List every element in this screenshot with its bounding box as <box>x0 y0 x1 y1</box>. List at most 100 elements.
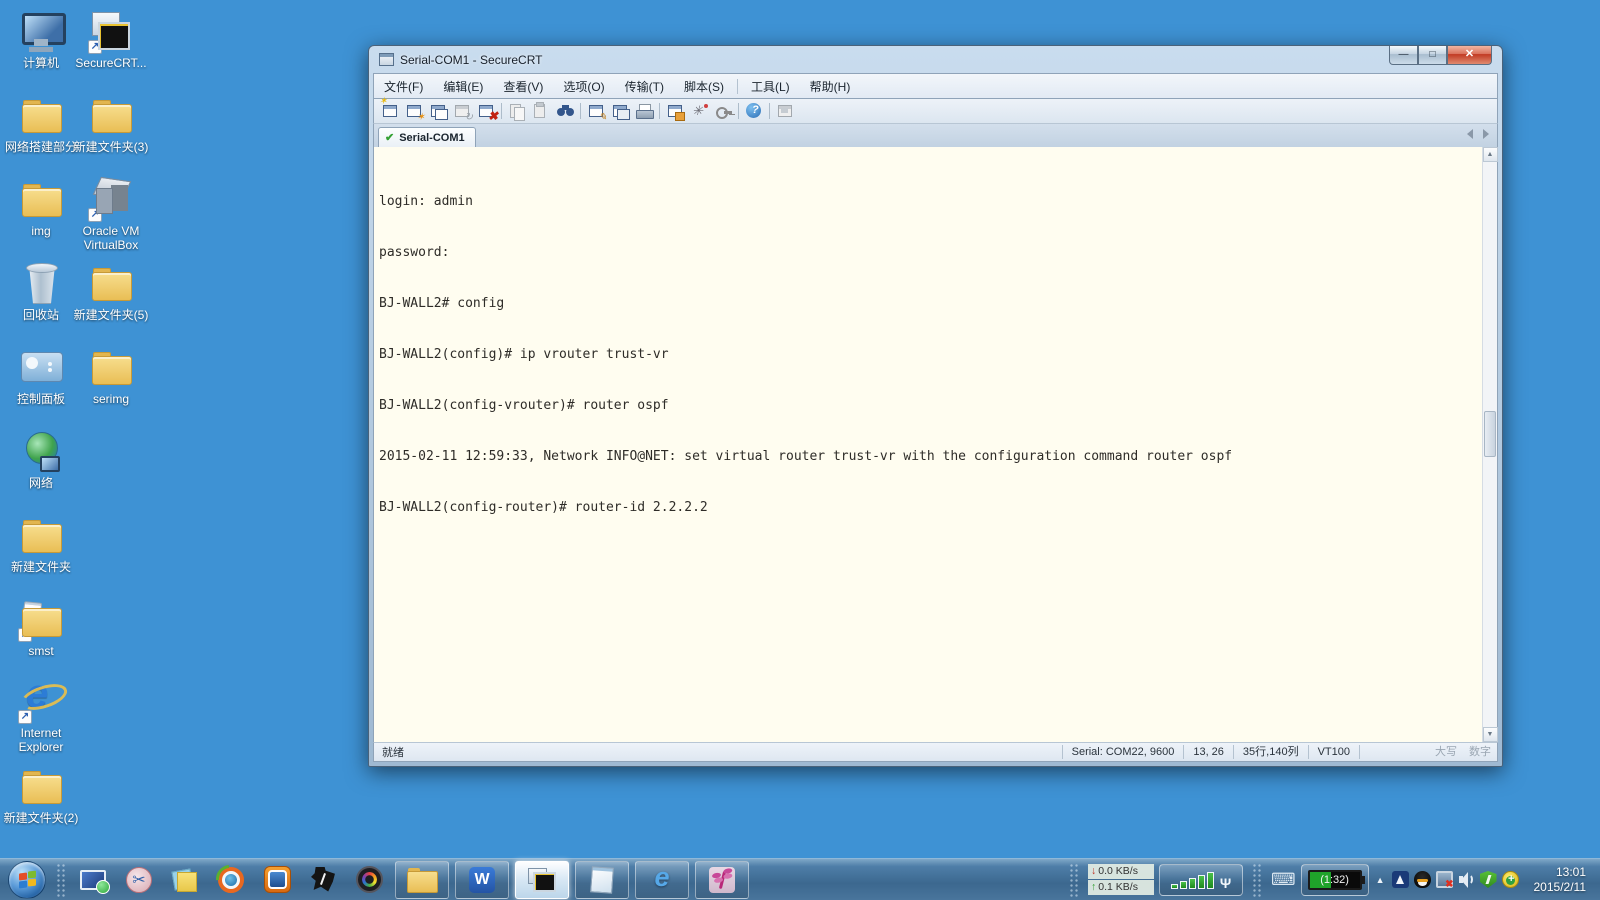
tab-scroll-right-icon[interactable] <box>1483 129 1489 139</box>
session-options-button[interactable] <box>663 100 687 122</box>
reconnect-button[interactable] <box>450 100 474 123</box>
desktop-icon-securecrt[interactable]: SecureCRT... <box>70 8 152 70</box>
keymap-editor-button[interactable] <box>687 100 711 122</box>
desktop-icon-label: 计算机 <box>22 56 59 70</box>
pinned-circuit-tool[interactable] <box>300 860 346 900</box>
desktop-icon-internet-explorer[interactable]: Internet Explorer <box>0 672 82 754</box>
signal-strength-widget[interactable]: Ψ <box>1159 863 1244 896</box>
show-hidden-icons-button[interactable]: ▲ <box>1374 875 1387 885</box>
menu-edit[interactable]: 编辑(E) <box>433 74 493 99</box>
vertical-scrollbar[interactable]: ▲ ▼ <box>1482 147 1498 742</box>
paste-button[interactable] <box>529 100 553 122</box>
taskbar-clock[interactable]: 13:01 2015/2/11 <box>1524 865 1593 895</box>
scroll-up-icon[interactable]: ▲ <box>1482 147 1498 162</box>
start-button[interactable] <box>8 860 46 899</box>
pinned-screen-recorder[interactable] <box>208 860 254 900</box>
battery-widget[interactable]: (1:32) <box>1300 863 1369 896</box>
connect-button[interactable] <box>378 96 402 122</box>
title-bar[interactable]: Serial-COM1 - SecureCRT — □ ✕ <box>373 46 1498 73</box>
pinned-vmware[interactable] <box>254 860 300 900</box>
desktop-icon-new-folder[interactable]: 新建文件夹 <box>0 512 82 574</box>
about-button[interactable] <box>773 100 797 122</box>
copy-button[interactable] <box>505 100 529 122</box>
desktop-icon-new-folder-2[interactable]: 新建文件夹(2) <box>0 763 82 825</box>
menu-transfer[interactable]: 传输(T) <box>615 74 674 99</box>
menu-view[interactable]: 查看(V) <box>493 74 553 99</box>
taskbar-windows-explorer[interactable] <box>395 860 449 899</box>
folder-icon <box>88 344 134 390</box>
securecrt-icon <box>88 8 134 54</box>
print-button[interactable] <box>632 100 656 122</box>
recorder-icon <box>218 866 244 893</box>
signal-bar <box>1170 883 1178 889</box>
tray-separator <box>1252 862 1263 897</box>
print-preview-button[interactable] <box>608 100 632 122</box>
menu-help[interactable]: 帮助(H) <box>800 74 861 99</box>
terminal-output[interactable]: login: admin password: BJ-WALL2# config … <box>374 147 1482 742</box>
taskbar-wps-writer[interactable]: W <box>455 860 509 899</box>
desktop-icon-label: 新建文件夹(3) <box>73 140 149 154</box>
net-down-value: 0.0 KB/s <box>1098 865 1138 877</box>
keymap-editor-icon <box>690 103 708 119</box>
taskbar-notepad[interactable] <box>575 860 629 899</box>
scroll-down-icon[interactable]: ▼ <box>1482 727 1498 742</box>
desktop-icon-virtualbox[interactable]: Oracle VM VirtualBox <box>70 176 152 252</box>
print-setup-button[interactable] <box>584 100 608 123</box>
minimize-button[interactable]: — <box>1389 46 1418 65</box>
pinned-camera-app[interactable] <box>346 860 392 900</box>
shortcut-arrow-icon <box>88 208 102 222</box>
tab-scroll-left-icon[interactable] <box>1467 129 1473 139</box>
desktop-icon-new-folder-5[interactable]: 新建文件夹(5) <box>70 260 152 322</box>
net-speed-widget[interactable]: ↓ 0.0 KB/s ↑ 0.1 KB/s <box>1088 863 1155 896</box>
security-shield-icon[interactable] <box>1479 871 1497 888</box>
network-icon <box>18 428 64 474</box>
desktop-icon-new-folder-3[interactable]: 新建文件夹(3) <box>70 92 152 154</box>
desktop-icon-serimg-folder[interactable]: serimg <box>70 344 152 406</box>
pinned-sticky-notes[interactable] <box>162 860 208 900</box>
wps-writer-icon: W <box>469 866 495 893</box>
quick-connect-button[interactable] <box>402 100 426 123</box>
menu-options[interactable]: 选项(O) <box>553 74 614 99</box>
display-status-icon[interactable] <box>1435 871 1454 890</box>
maximize-button[interactable]: □ <box>1418 46 1447 65</box>
status-bar: 就绪 Serial: COM22, 9600 13, 26 35行,140列 V… <box>373 742 1498 762</box>
disconnect-button[interactable] <box>474 100 498 123</box>
terminal-line: BJ-WALL2# config <box>379 296 505 311</box>
key-agent-button[interactable] <box>711 100 735 122</box>
scrollbar-track[interactable] <box>1483 162 1498 727</box>
menu-file[interactable]: 文件(F) <box>374 74 433 99</box>
find-button[interactable] <box>553 100 577 122</box>
qq-icon[interactable] <box>1413 871 1431 888</box>
tray-app-icon[interactable] <box>1391 871 1409 888</box>
print-preview-icon <box>611 103 630 120</box>
download-arrow-icon: ↓ <box>1091 865 1097 877</box>
toolbar-separator <box>769 103 770 119</box>
status-serial: Serial: COM22, 9600 <box>1061 745 1184 759</box>
taskbar-securecrt[interactable] <box>515 860 569 899</box>
menu-tools[interactable]: 工具(L) <box>741 74 800 99</box>
volume-icon[interactable] <box>1458 871 1475 888</box>
taskbar-dragonfly-app[interactable] <box>695 860 749 899</box>
help-button[interactable] <box>742 100 766 122</box>
menu-separator <box>736 78 738 94</box>
pinned-screenshot-tool[interactable] <box>116 860 162 900</box>
desktop-icon-network[interactable]: 网络 <box>0 428 82 490</box>
clock-date: 2015/2/11 <box>1533 879 1587 894</box>
session-tabs-button[interactable] <box>426 100 450 122</box>
tab-serial-com1[interactable]: ✔ Serial-COM1 <box>378 127 476 147</box>
terminal-line: BJ-WALL2(config)# ip vrouter trust-vr <box>379 347 669 362</box>
pinned-remote-desktop[interactable] <box>70 860 116 900</box>
menu-script[interactable]: 脚本(S) <box>674 74 734 99</box>
desktop-icon-smst[interactable]: smst <box>0 596 82 658</box>
close-button[interactable]: ✕ <box>1447 46 1492 65</box>
folder-icon <box>88 92 134 138</box>
keyboard-icon[interactable]: ⌨ <box>1271 870 1296 890</box>
folder-icon <box>18 763 64 809</box>
signal-bar <box>1197 874 1205 889</box>
terminal-line: password: <box>379 245 450 260</box>
antivirus-icon[interactable] <box>1501 871 1519 888</box>
reconnect-icon <box>453 103 473 123</box>
taskbar-internet-explorer[interactable]: e <box>635 860 689 899</box>
desktop-icon-label: 新建文件夹(2) <box>3 811 79 825</box>
scrollbar-thumb[interactable] <box>1483 410 1496 457</box>
